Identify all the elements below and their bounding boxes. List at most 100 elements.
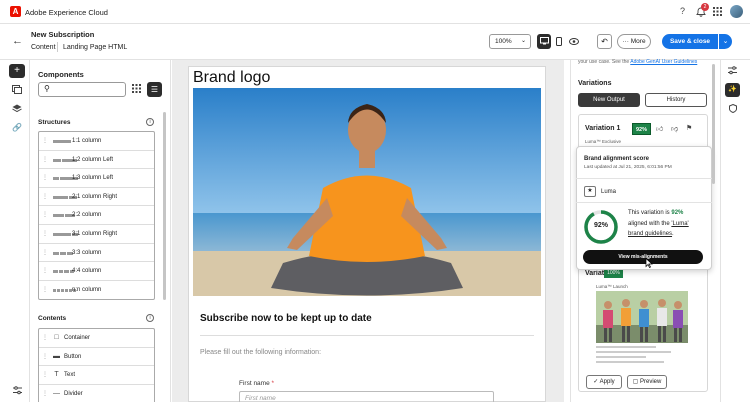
grid-view-icon[interactable] xyxy=(132,84,141,93)
content-label: Divider xyxy=(64,390,83,397)
chevron-down-icon: ⌄ xyxy=(520,38,526,44)
tab-new-output[interactable]: New Output xyxy=(578,93,640,107)
drag-handle-icon[interactable]: ⋮ xyxy=(42,151,48,169)
add-icon[interactable]: + xyxy=(9,64,25,78)
brand-logo-text[interactable]: Brand logo xyxy=(193,69,270,87)
brand-shield-icon[interactable] xyxy=(725,102,740,116)
drag-handle-icon[interactable]: ⋮ xyxy=(42,244,48,262)
notification-badge: 2 xyxy=(701,3,709,11)
page-title: New Subscription xyxy=(31,30,95,39)
alignment-description: This variation is 92% aligned with the 'L… xyxy=(628,210,689,237)
structure-item[interactable]: ⋮ 3:3 column xyxy=(39,244,154,263)
content-item[interactable]: ⋮ — Divider xyxy=(39,385,154,402)
structure-label: 3:3 column xyxy=(72,249,102,256)
more-button[interactable]: ··· More xyxy=(617,34,651,49)
guidelines-note: your use case. See the Adobe GenAI User … xyxy=(578,59,698,65)
settings-sliders-icon[interactable] xyxy=(9,384,25,398)
text-icon: T xyxy=(54,371,59,379)
flag-icon[interactable]: ⚑ xyxy=(686,124,692,132)
drag-handle-icon[interactable]: ⋮ xyxy=(42,188,48,206)
link-icon[interactable]: 🔗 xyxy=(9,121,25,135)
variations-scrollbar[interactable] xyxy=(712,64,715,184)
apply-button[interactable]: ✓ Apply xyxy=(586,375,622,389)
preview-button[interactable]: ▢ Preview xyxy=(627,375,667,389)
drag-handle-icon[interactable]: ⋮ xyxy=(42,385,48,402)
drag-handle-icon[interactable]: ⋮ xyxy=(42,169,48,187)
contents-title: Contents xyxy=(38,315,67,322)
drag-handle-icon[interactable]: ⋮ xyxy=(42,206,48,224)
variation-2-text-lines xyxy=(596,346,676,366)
form-instructions[interactable]: Please fill out the following informatio… xyxy=(200,349,321,356)
hero-image[interactable] xyxy=(193,88,541,296)
save-close-button[interactable]: Save & close xyxy=(662,34,718,49)
variation-2-preview-image[interactable] xyxy=(596,291,688,343)
drag-handle-icon[interactable]: ⋮ xyxy=(42,262,48,280)
adobe-logo[interactable]: A xyxy=(10,6,21,17)
variations-title: Variations xyxy=(578,80,612,87)
components-title: Components xyxy=(38,70,84,79)
content-item[interactable]: ⋮ □ Container xyxy=(39,329,154,348)
tab-history[interactable]: History xyxy=(645,93,707,107)
info-icon[interactable]: i xyxy=(146,314,154,322)
popover-title: Brand alignment score xyxy=(584,156,650,162)
brand-name: Luma xyxy=(601,189,617,195)
back-arrow-icon[interactable]: ← xyxy=(12,35,23,47)
subscribe-headline[interactable]: Subscribe now to be kept up to date xyxy=(200,313,372,324)
divider xyxy=(576,202,712,203)
drag-handle-icon[interactable]: ⋮ xyxy=(42,225,48,243)
generate-variations-icon[interactable]: ✨ xyxy=(725,83,740,97)
properties-sliders-icon[interactable] xyxy=(725,64,740,78)
brand-icon: ★ xyxy=(584,186,596,197)
preview-icon: ▢ xyxy=(632,379,640,385)
undo-button[interactable]: ↶ xyxy=(597,34,612,49)
drag-handle-icon[interactable]: ⋮ xyxy=(42,281,48,299)
drag-handle-icon[interactable]: ⋮ xyxy=(42,366,48,384)
structure-item[interactable]: ⋮ 2:1 column Right xyxy=(39,188,154,207)
search-input[interactable]: ⚲ xyxy=(38,82,126,97)
help-icon[interactable]: ? xyxy=(676,5,689,18)
column-layout-icon xyxy=(53,251,74,255)
components-scrollbar[interactable] xyxy=(163,112,166,300)
list-view-icon[interactable]: ☰ xyxy=(147,82,162,97)
content-item[interactable]: ⋮ T Text xyxy=(39,366,154,385)
assets-icon[interactable] xyxy=(9,83,25,97)
structure-label: 3:1 column Right xyxy=(72,230,118,237)
pointer-cursor-icon xyxy=(645,258,653,268)
variation-2-subtitle: Luma™ Launch xyxy=(596,284,628,289)
view-misalignments-button[interactable]: View mis-alignments xyxy=(583,250,703,264)
preview-eye-icon[interactable] xyxy=(567,34,581,49)
structure-item[interactable]: ⋮ 4:4 column xyxy=(39,262,154,281)
app-title: Adobe Experience Cloud xyxy=(25,8,108,17)
content-item[interactable]: ⋮ ▬ Button xyxy=(39,348,154,367)
drag-handle-icon[interactable]: ⋮ xyxy=(42,329,48,347)
mobile-view-button[interactable] xyxy=(552,34,566,49)
structure-label: 1:1 column xyxy=(72,138,102,144)
structure-item[interactable]: ⋮ 1:1 column xyxy=(39,132,154,151)
structure-item[interactable]: ⋮ n:n column xyxy=(39,281,154,300)
variation-1-title: Variation 1 xyxy=(585,125,621,132)
content-label: Container xyxy=(64,335,91,341)
structure-item[interactable]: ⋮ 1:3 column Left xyxy=(39,169,154,188)
breadcrumb-content[interactable]: Content xyxy=(31,44,56,51)
layers-icon[interactable] xyxy=(9,102,25,116)
top-bar xyxy=(0,0,750,24)
structure-item[interactable]: ⋮ 2:2 column xyxy=(39,206,154,225)
structure-item[interactable]: ⋮ 1:2 column Left xyxy=(39,151,154,170)
drag-handle-icon[interactable]: ⋮ xyxy=(42,132,48,150)
score-ring-value: 92% xyxy=(593,222,608,229)
first-name-label: First name * xyxy=(239,380,275,387)
thumbs-down-icon[interactable]: 👎︎ xyxy=(671,124,678,133)
thumbs-up-icon[interactable]: 👍︎ xyxy=(656,124,663,133)
desktop-view-button[interactable] xyxy=(537,34,551,49)
search-icon: ⚲ xyxy=(44,84,50,93)
structures-title: Structures xyxy=(38,119,71,126)
user-avatar[interactable] xyxy=(730,5,743,18)
variation-1-score-badge[interactable]: 92% xyxy=(632,123,651,135)
first-name-field[interactable]: First name xyxy=(239,391,494,402)
zoom-select[interactable]: 100% ⌄ xyxy=(489,34,531,49)
structure-item[interactable]: ⋮ 3:1 column Right xyxy=(39,225,154,244)
guidelines-link[interactable]: Adobe GenAI User Guidelines xyxy=(630,59,697,65)
drag-handle-icon[interactable]: ⋮ xyxy=(42,348,48,366)
info-icon[interactable]: i xyxy=(146,118,154,126)
apps-grid-icon[interactable] xyxy=(711,5,724,18)
